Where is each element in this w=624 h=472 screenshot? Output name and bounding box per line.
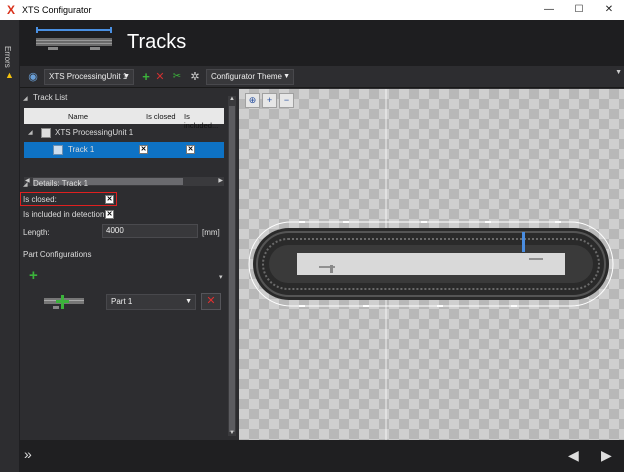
is-closed-label: Is closed: [23,195,57,204]
details-header[interactable]: ◢ Details: Track 1 [20,176,230,192]
theme-value: Configurator Theme [211,72,282,81]
is-included-checkbox[interactable]: ✕ [186,145,195,154]
track-name-cell: Track 1 [68,145,95,154]
scroll-down-icon[interactable]: ▼ [228,430,236,436]
panel-vertical-scrollbar[interactable]: ▲ ▼ [228,96,236,436]
processing-unit-value: XTS ProcessingUnit 1 [49,72,128,81]
processing-unit-icon: ◉ [28,71,38,83]
collapse-icon: ◢ [23,96,28,102]
processing-unit-dropdown[interactable]: XTS ProcessingUnit 1 ▼ [44,69,134,85]
page-title: Tracks [127,31,187,53]
is-included-label: Is included in detection: [23,210,107,219]
collapse-icon: ◢ [23,182,28,188]
is-included-toggle[interactable]: ✕ [105,210,114,219]
length-unit: [mm] [202,228,220,237]
pin-icon[interactable]: ▾ [219,273,223,281]
delete-icon[interactable]: ✕ [153,69,167,85]
track-drawing [248,89,614,440]
add-part-icon[interactable]: + [29,267,38,284]
grid-header: Name Is closed Is included... [24,108,224,130]
tree-row-processing-unit[interactable]: ◢ XTS ProcessingUnit 1 [24,125,224,141]
delete-part-button[interactable]: ✕ [201,293,221,310]
expand-icon: ◢ [28,130,33,136]
forward-button[interactable]: ▶ [601,447,612,464]
left-panel: ◢ Track List Name Is closed Is included..… [20,89,238,440]
track-list-grid: Name Is closed Is included... ◢ XTS Proc… [24,108,224,186]
chevron-down-icon: ▼ [283,73,290,80]
tools-icon[interactable]: ✂ [170,69,184,85]
part-dropdown[interactable]: Part 1 ▼ [106,294,196,310]
is-closed-checkbox[interactable]: ✕ [139,145,148,154]
column-name[interactable]: Name [68,112,88,121]
part-thumbnail-icon [44,295,84,309]
length-input[interactable]: 4000 [102,224,198,238]
track-icon [53,145,63,155]
errors-tab[interactable]: Errors ▲ [3,46,15,80]
column-is-closed[interactable]: Is closed [146,112,176,121]
track-list-header[interactable]: ◢ Track List [20,90,230,106]
tree-row-label: XTS ProcessingUnit 1 [55,128,134,137]
back-button[interactable]: ◀ [568,447,579,464]
maximize-button[interactable]: ☐ [564,0,594,20]
part-configurations-label: Part Configurations [23,250,92,259]
chevron-down-icon: ▼ [123,73,130,80]
part-value: Part 1 [111,297,133,306]
errors-tab-label: Errors [3,46,12,68]
toolbar: ◉ XTS ProcessingUnit 1 ▼ + ✕ ✂ ✲ Configu… [20,66,624,88]
side-strip: Errors ▲ [0,20,20,472]
warning-icon: ▲ [5,70,14,80]
track-list-label: Track List [33,93,68,102]
chevron-down-icon: ▼ [185,298,192,305]
close-button[interactable]: ✕ [594,0,624,20]
details-label: Details: Track 1 [33,179,89,188]
page-header: Tracks [20,20,624,66]
expand-panel-icon[interactable]: » [24,446,32,462]
table-row[interactable]: Track 1 ✕ ✕ [24,142,224,158]
theme-dropdown[interactable]: Configurator Theme ▼ [206,69,294,85]
length-label: Length: [23,228,50,237]
window-titlebar: X XTS Configurator — ☐ ✕ [0,0,624,20]
bottom-bar: » ◀ ▶ [20,440,624,472]
is-closed-toggle[interactable]: ✕ [105,195,114,204]
gear-icon[interactable]: ✲ [188,69,202,85]
track-thumbnail-icon [36,27,112,50]
scroll-up-icon[interactable]: ▲ [228,96,236,102]
scrollbar-thumb[interactable] [229,106,235,432]
window-title: XTS Configurator [22,5,92,15]
track-canvas[interactable]: ⊕ + − [239,89,624,440]
minimize-button[interactable]: — [534,0,564,20]
processing-unit-icon [41,128,51,138]
overflow-chevron-icon[interactable]: ▼ [615,69,622,76]
add-icon[interactable]: + [139,69,153,85]
xts-logo-icon: X [6,3,15,17]
